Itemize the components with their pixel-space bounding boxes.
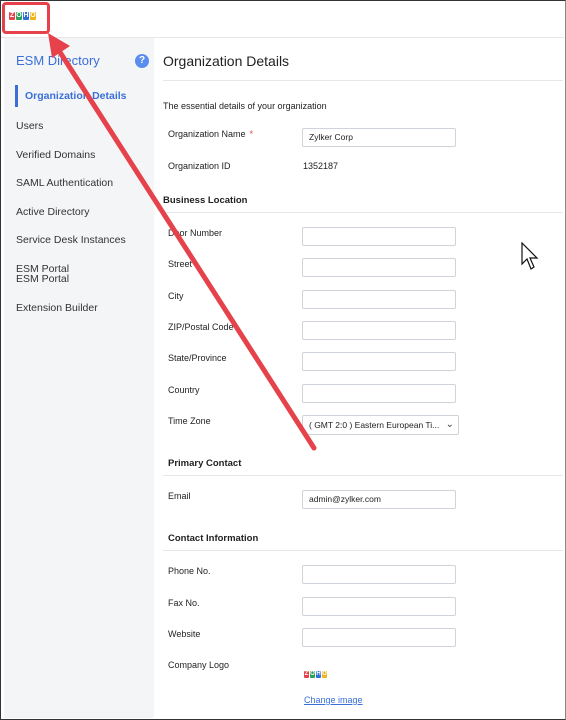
company-logo-label: Company Logo (168, 660, 230, 670)
divider (163, 212, 563, 213)
email-input[interactable]: admin@zylker.com (302, 490, 456, 509)
website-label: Website (168, 629, 201, 639)
country-label: Country (168, 385, 200, 395)
change-image-link[interactable]: Change image (304, 695, 363, 705)
time-zone-value: ( GMT 2:0 ) Eastern European Ti... (309, 420, 440, 430)
sidebar-item-esm-portal-2[interactable]: ESM Portal (16, 273, 146, 285)
sidebar: ESM Directory ? Organization Details Use… (4, 38, 154, 718)
divider (163, 550, 563, 551)
sidebar-item-service-desk-instances[interactable]: Service Desk Instances (16, 234, 146, 246)
main-panel: Organization Details The essential detai… (155, 38, 564, 718)
fax-input[interactable] (302, 597, 456, 616)
organization-name-input[interactable]: Zylker Corp (302, 128, 456, 147)
contact-information-heading: Contact Information (168, 533, 259, 544)
sidebar-item-active-directory[interactable]: Active Directory (16, 206, 146, 218)
website-input[interactable] (302, 628, 456, 647)
fax-label: Fax No. (168, 598, 200, 608)
sidebar-item-organization-details[interactable]: Organization Details (15, 85, 155, 107)
door-number-label: Door Number (168, 228, 223, 238)
organization-id-label: Organization ID (168, 161, 231, 171)
city-input[interactable] (302, 290, 456, 309)
time-zone-label: Time Zone (168, 416, 211, 426)
company-logo-image: Z O H O (304, 671, 327, 678)
divider (163, 80, 563, 81)
sidebar-item-saml-authentication[interactable]: SAML Authentication (16, 177, 146, 189)
city-label: City (168, 291, 184, 301)
phone-label: Phone No. (168, 566, 211, 576)
required-mark: * (249, 129, 254, 139)
street-label: Street (168, 259, 193, 269)
zip-label: ZIP/Postal Code (168, 322, 234, 332)
sidebar-title[interactable]: ESM Directory (16, 53, 100, 68)
country-input[interactable] (302, 384, 456, 403)
sidebar-item-verified-domains[interactable]: Verified Domains (16, 149, 146, 161)
sidebar-item-users[interactable]: Users (16, 120, 146, 132)
phone-input[interactable] (302, 565, 456, 584)
time-zone-select[interactable]: ( GMT 2:0 ) Eastern European Ti... ⌄ (302, 415, 459, 435)
state-input[interactable] (302, 352, 456, 371)
organization-id-value: 1352187 (303, 161, 339, 171)
page-title: Organization Details (163, 53, 290, 69)
page-subtitle: The essential details of your organizati… (163, 101, 327, 111)
zip-input[interactable] (302, 321, 456, 340)
door-number-input[interactable] (302, 227, 456, 246)
sidebar-item-extension-builder[interactable]: Extension Builder (16, 302, 146, 314)
help-icon[interactable]: ? (135, 54, 149, 68)
mouse-cursor-icon (521, 242, 539, 270)
email-label: Email (168, 491, 191, 501)
divider (163, 475, 563, 476)
chevron-down-icon: ⌄ (445, 419, 454, 430)
annotation-highlight-box (2, 2, 50, 34)
state-label: State/Province (168, 353, 227, 363)
primary-contact-heading: Primary Contact (168, 458, 242, 469)
business-location-heading: Business Location (163, 195, 248, 206)
top-bar: Z O H O (1, 1, 564, 38)
organization-name-label: Organization Name * (168, 129, 254, 139)
street-input[interactable] (302, 258, 456, 277)
